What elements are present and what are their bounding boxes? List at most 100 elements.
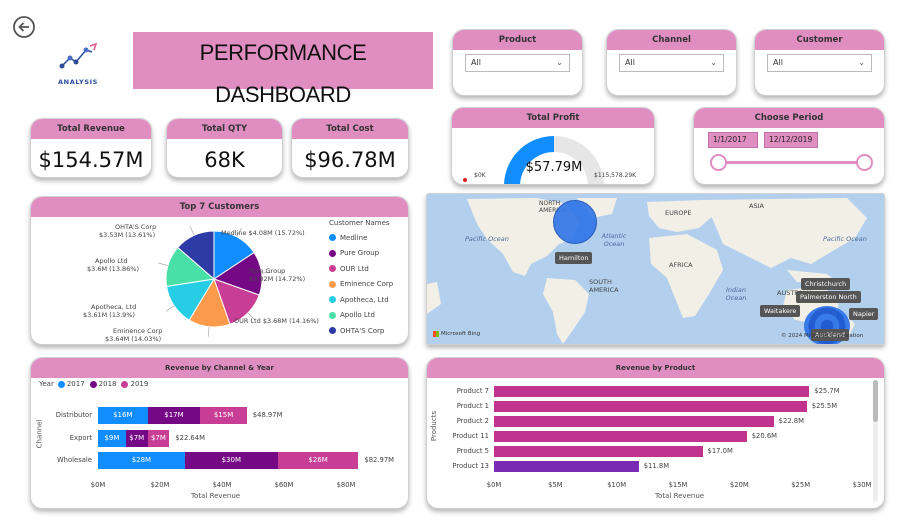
start-date-input[interactable]: 1/1/2017 (708, 132, 758, 148)
city-label-christchurch: Christchurch (801, 278, 851, 290)
legend-label: OUR Ltd (340, 264, 369, 273)
pie-label-value: $3.82M (14.72%) (249, 275, 305, 283)
gauge-max: $115,578.29K (594, 172, 637, 179)
customer-dropdown-value: All (773, 58, 783, 67)
end-date-input[interactable]: 12/12/2019 (764, 132, 818, 148)
channel-chart-card: Revenue by Channel & Year Year 2017 2018 2… (30, 357, 409, 509)
period-title: Choose Period (694, 108, 884, 128)
city-label-palmerston-north: Palmerston North (796, 291, 861, 303)
chevron-down-icon: ⌄ (858, 58, 865, 67)
legend-marker (329, 265, 336, 273)
channel-total-label: $22.64M (175, 434, 205, 442)
x-axis-tick: $10M (607, 481, 627, 489)
product-bar[interactable] (494, 386, 810, 397)
map-label-pacific-ocean: Pacific Ocean (823, 235, 867, 243)
channel-category-label: Export (69, 434, 92, 442)
period-slider-track[interactable] (716, 161, 864, 164)
product-value-label: $11.8M (643, 462, 670, 470)
channel-bar-segment[interactable]: $30M (184, 452, 278, 469)
pie-data-label: Pure Group $3.82M (14.72%) (249, 267, 305, 283)
kpi-label: Total Revenue (31, 119, 151, 139)
legend-label: Apollo Ltd (340, 311, 375, 320)
legend-item[interactable]: Pure Group (329, 246, 408, 262)
logo-text: ANALYSIS (58, 78, 98, 86)
kpi-value: $96.78M (304, 148, 396, 172)
legend-label: Pure Group (340, 249, 380, 258)
pie-leader-line (189, 226, 195, 236)
legend-item[interactable]: Apotheca, Ltd (329, 292, 408, 308)
product-bar[interactable] (494, 431, 747, 442)
channel-bar-segment[interactable]: $15M (200, 407, 247, 424)
pie-label-name: Apotheca, Ltd (91, 303, 136, 311)
legend-label: Medline (340, 233, 368, 242)
channel-bar-segment[interactable]: $26M (277, 452, 359, 469)
product-bar[interactable] (494, 446, 703, 457)
channel-slicer-title: Channel (607, 30, 736, 50)
channel-bar-segment[interactable]: $16M (98, 407, 148, 424)
pie-label-name: Eminence Corp (113, 327, 162, 335)
map-label-south-america: SOUTH AMERICA (589, 278, 619, 294)
pie-chart: Medline $4.08M (15.72%) Pure Group $3.82M … (83, 223, 319, 343)
chevron-down-icon: ⌄ (710, 58, 717, 67)
kpi-total-revenue: Total Revenue $154.57M (30, 118, 152, 178)
logo-icon (59, 42, 98, 69)
legend-item[interactable]: OHTA'S Corp (329, 323, 408, 339)
map-label-europe: EUROPE (665, 209, 692, 217)
x-axis-tick: $40M (212, 481, 232, 489)
product-category-label: Product 11 (452, 432, 489, 440)
customer-dropdown[interactable]: All ⌄ (767, 54, 872, 72)
product-value-label: $17.0M (707, 447, 733, 455)
legend-item[interactable]: Apollo Ltd (329, 308, 408, 324)
customer-slicer-title: Customer (755, 30, 884, 50)
product-dropdown[interactable]: All ⌄ (465, 54, 570, 72)
product-bar[interactable] (494, 461, 639, 472)
pie-label-value: $3.6M (13.86%) (87, 265, 139, 273)
legend-item[interactable]: Eminence Corp (329, 277, 408, 293)
product-category-label: Product 13 (452, 462, 489, 470)
product-value-label: $20.6M (751, 432, 778, 440)
legend-marker (329, 234, 336, 242)
channel-category-label: Wholesale (56, 456, 92, 464)
product-category-label: Product 1 (456, 402, 489, 410)
x-axis-tick: $0M (90, 481, 106, 489)
map-label-atlantic-ocean: Atlantic Ocean (601, 232, 627, 248)
pie-label-name: Pure Group (249, 267, 285, 275)
channel-bar-segment[interactable]: $7M (147, 430, 170, 447)
product-value-label: $22.8M (778, 417, 804, 425)
channel-bar-segment[interactable]: $28M (98, 452, 185, 469)
channel-bar-segment[interactable]: $9M (98, 430, 126, 447)
pie-data-label: Apotheca, Ltd $3.61M (13.9%) (83, 303, 136, 319)
pie-label-value: $3.64M (14.03%) (105, 335, 161, 343)
legend-marker (329, 249, 336, 257)
kpi-value: 68K (204, 148, 245, 172)
period-slider-end-handle[interactable] (856, 154, 873, 171)
channel-total-label: $82.97M (364, 456, 395, 464)
back-arrow-icon (13, 16, 35, 38)
gauge-min: $0K (474, 172, 486, 179)
product-bar[interactable] (494, 401, 807, 412)
channel-dropdown[interactable]: All ⌄ (619, 54, 724, 72)
legend-marker (329, 296, 336, 304)
gauge-marker (463, 178, 467, 182)
scrollbar-thumb[interactable] (873, 380, 878, 422)
product-dropdown-value: All (471, 58, 481, 67)
legend-item[interactable]: OUR Ltd (329, 261, 408, 277)
channel-axis-label: Total Revenue (191, 492, 241, 500)
top-customers-card: Top 7 Customers Medline $4.08M (15.72%) P… (30, 196, 409, 345)
channel-bar-segment[interactable]: $7M (125, 430, 148, 447)
back-button[interactable] (12, 15, 36, 39)
legend-item[interactable]: Medline (329, 230, 408, 246)
product-slicer-title: Product (453, 30, 582, 50)
period-slider-start-handle[interactable] (710, 154, 727, 171)
product-bar[interactable] (494, 416, 774, 427)
product-value-label: $25.5M (811, 402, 838, 410)
map-bubble-hamilton[interactable] (553, 200, 597, 244)
x-axis-tick: $25M (791, 481, 811, 489)
microsoft-logo-icon (433, 331, 439, 337)
pie-label-value: $3.53M (13.61%) (99, 231, 155, 239)
legend-title: Customer Names (329, 219, 390, 227)
total-profit-title: Total Profit (452, 108, 654, 128)
pie-label-value: $3.61M (13.9%) (83, 311, 135, 319)
channel-bar-segment[interactable]: $17M (147, 407, 201, 424)
legend-label: Apotheca, Ltd (340, 295, 389, 304)
